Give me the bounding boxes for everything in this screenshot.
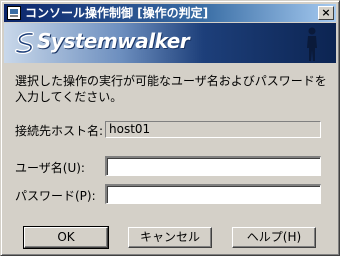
host-value: host01 — [105, 121, 321, 138]
close-button[interactable]: × — [318, 6, 334, 20]
ok-button[interactable]: OK — [23, 226, 109, 249]
person-silhouette-icon — [307, 27, 317, 61]
user-name-input[interactable] — [105, 156, 321, 176]
product-logo-text: Systemwalker — [37, 29, 190, 53]
cancel-button[interactable]: キャンセル — [128, 227, 212, 248]
instruction-text: 選択した操作の実行が可能なユーザ名およびパスワードを入力してください。 — [15, 74, 327, 104]
host-label: 接続先ホスト名: — [15, 124, 104, 138]
window-title: コンソール操作制御 [操作の判定] — [25, 6, 209, 20]
systemwalker-logo-icon — [15, 31, 34, 54]
product-banner: Systemwalker — [4, 23, 336, 63]
password-label: パスワード(P): — [15, 189, 96, 203]
console-app-icon — [7, 6, 21, 20]
password-input[interactable] — [105, 184, 321, 204]
title-bar[interactable]: コンソール操作制御 [操作の判定] × — [4, 4, 336, 22]
user-label: ユーザ名(U): — [15, 161, 85, 175]
close-icon: × — [321, 6, 331, 19]
help-button[interactable]: ヘルプ(H) — [232, 227, 316, 248]
dialog-window: コンソール操作制御 [操作の判定] × Systemwalker 選択した操作の… — [0, 0, 340, 256]
